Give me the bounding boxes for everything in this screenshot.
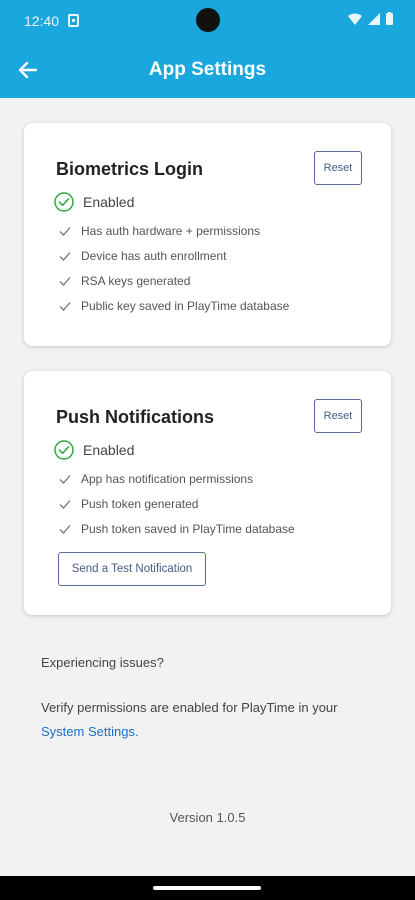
link-period: . <box>134 724 139 739</box>
push-status-label: Enabled <box>83 442 135 458</box>
check-label: Device has auth enrollment <box>81 249 227 263</box>
checkmark-icon <box>59 500 71 509</box>
push-notifications-card: Push Notifications Reset Enabled App has… <box>24 371 391 615</box>
biometrics-reset-button[interactable]: Reset <box>314 151 362 185</box>
check-circle-icon <box>54 192 74 212</box>
battery-icon <box>386 12 393 25</box>
push-reset-button[interactable]: Reset <box>314 399 362 433</box>
checkmark-icon <box>59 227 71 236</box>
list-item: App has notification permissions <box>58 472 253 486</box>
biometrics-status-label: Enabled <box>83 194 135 210</box>
issues-heading: Experiencing issues? <box>41 655 164 670</box>
check-label: App has notification permissions <box>81 472 254 486</box>
biometrics-status: Enabled <box>54 192 134 212</box>
push-status: Enabled <box>54 440 134 460</box>
checkmark-icon <box>59 302 71 311</box>
send-test-notification-button[interactable]: Send a Test Notification <box>58 552 206 586</box>
list-item: RSA keys generated <box>58 274 190 288</box>
top-bar: 12:40 App Settings <box>0 0 415 98</box>
home-handle[interactable] <box>153 886 261 890</box>
check-label: RSA keys generated <box>81 274 191 288</box>
status-bar: 12:40 <box>0 0 415 42</box>
camera-cutout <box>196 8 220 32</box>
list-item: Device has auth enrollment <box>58 249 226 263</box>
checkmark-icon <box>59 475 71 484</box>
check-label: Push token generated <box>81 497 199 511</box>
push-title: Push Notifications <box>56 407 215 427</box>
biometrics-title: Biometrics Login <box>56 159 204 179</box>
status-time: 12:40 <box>24 13 60 29</box>
gesture-bar <box>0 876 415 900</box>
signal-icon <box>368 12 380 25</box>
check-label: Has auth hardware + permissions <box>81 224 261 238</box>
check-circle-icon <box>54 440 74 460</box>
list-item: Push token generated <box>58 497 198 511</box>
version-label: Version 1.0.5 <box>169 810 246 825</box>
check-label: Push token saved in PlayTime database <box>81 522 295 536</box>
app-bar: App Settings <box>0 42 415 98</box>
status-icons <box>348 12 393 25</box>
checkmark-icon <box>59 277 71 286</box>
list-item: Public key saved in PlayTime database <box>58 299 289 313</box>
checkmark-icon <box>59 252 71 261</box>
sim-icon <box>68 14 79 27</box>
verify-label: Verify permissions are enabled for PlayT… <box>41 700 338 715</box>
biometrics-card: Biometrics Login Reset Enabled Has auth … <box>24 123 391 346</box>
checkmark-icon <box>59 525 71 534</box>
list-item: Push token saved in PlayTime database <box>58 522 295 536</box>
wifi-icon <box>348 13 362 25</box>
check-label: Public key saved in PlayTime database <box>81 299 290 313</box>
verify-text: Verify permissions are enabled for PlayT… <box>41 696 381 744</box>
list-item: Has auth hardware + permissions <box>58 224 260 238</box>
system-settings-link[interactable]: System Settings <box>41 724 135 739</box>
page-title: App Settings <box>148 59 267 80</box>
